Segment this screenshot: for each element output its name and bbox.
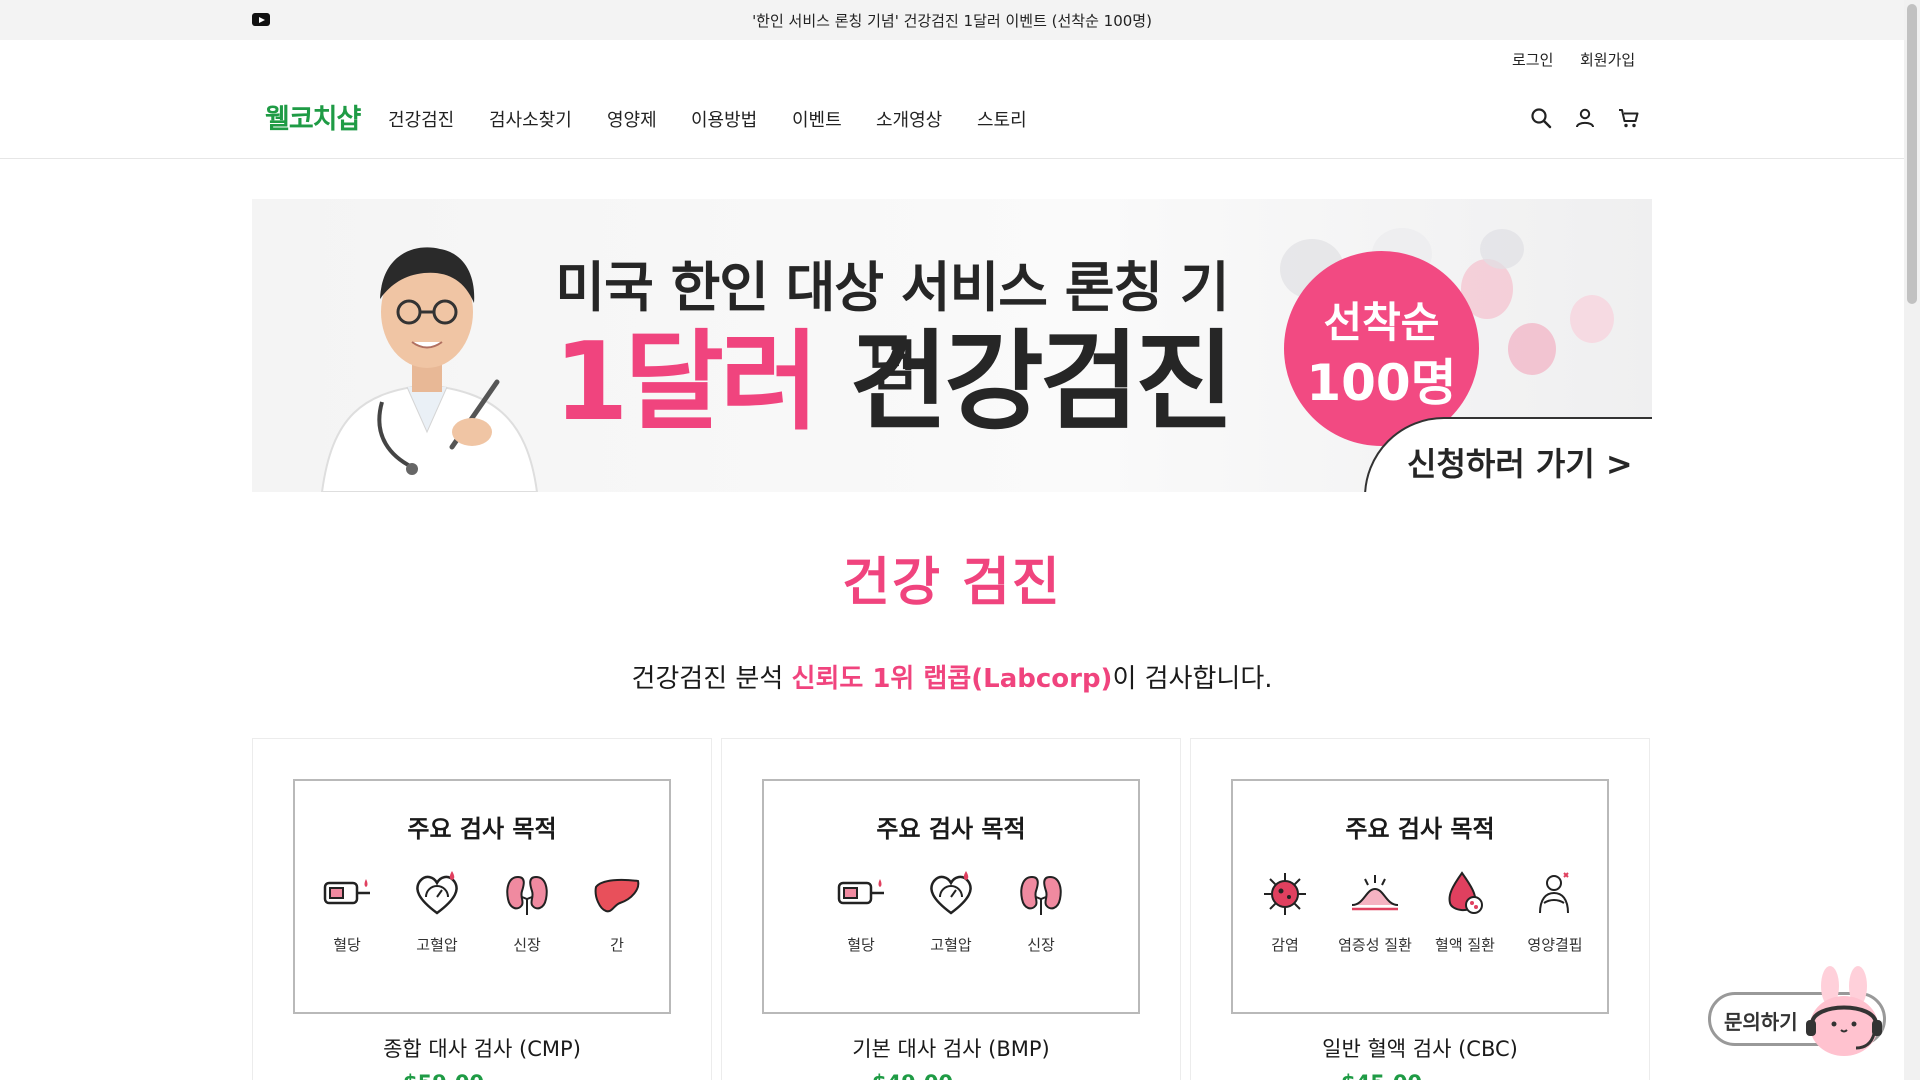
- test-purpose-box: 주요 검사 목적 감염 염증성 질환 혈액 질환 영양결핍: [1231, 779, 1609, 1014]
- announcement-bar: '한인 서비스 론칭 기념' 건강검진 1달러 이벤트 (선착순 100명): [0, 0, 1904, 40]
- kidney-icon: [506, 875, 548, 915]
- product-card-cbc[interactable]: 주요 검사 목적 감염 염증성 질환 혈액 질환 영양결핍 일반 혈액 검사 (…: [1190, 738, 1650, 1080]
- product-card-cmp[interactable]: 주요 검사 목적 혈당 고혈압 신장 간 종합 대사 검사 (CMP): [252, 738, 712, 1080]
- section-subtitle: 건강검진 분석 신뢰도 1위 랩콥(Labcorp)이 검사합니다.: [0, 658, 1904, 695]
- test-purpose-box: 주요 검사 목적 혈당 고혈압: [762, 779, 1140, 1014]
- login-link[interactable]: 로그인: [1512, 49, 1553, 70]
- subtitle-suffix: 이 검사합니다.: [1112, 664, 1273, 694]
- badge-first-come: 선착순: [1323, 298, 1440, 347]
- subtitle-highlight: 신뢰도 1위 랩콥(Labcorp): [791, 664, 1113, 694]
- banner-health-check: 건강검진: [849, 320, 1234, 445]
- nav-item-find-lab[interactable]: 검사소찾기: [489, 106, 572, 132]
- product-name[interactable]: 일반 혈액 검사 (CBC): [1191, 1033, 1649, 1063]
- kidney-icon: [1020, 875, 1062, 915]
- test-purpose-box: 주요 검사 목적 혈당 고혈압: [293, 779, 671, 1014]
- purpose-item: 고혈압: [925, 869, 977, 955]
- product-name[interactable]: 기본 대사 검사 (BMP): [722, 1033, 1180, 1063]
- purpose-item: 신장: [501, 869, 553, 955]
- product-price: $45.00: [1341, 1071, 1422, 1080]
- blood-pressure-heart-icon: [416, 871, 458, 915]
- test-purpose-title: 주요 검사 목적: [876, 815, 1026, 843]
- glucose-meter-icon: [323, 879, 370, 905]
- purpose-item: 혈당: [835, 869, 887, 955]
- malnutrition-icon: [1539, 872, 1569, 914]
- product-price: $59.00: [403, 1071, 484, 1080]
- purpose-item: 감염: [1259, 869, 1311, 955]
- inquiry-label[interactable]: 문의하기: [1724, 1006, 1798, 1035]
- header-divider: [0, 158, 1904, 159]
- inflammation-icon: [1351, 875, 1399, 911]
- cart-icon[interactable]: [1617, 106, 1641, 130]
- test-purpose-title: 주요 검사 목적: [1345, 815, 1495, 843]
- nav-item-how-to-use[interactable]: 이용방법: [691, 106, 757, 132]
- purpose-item: 염증성 질환: [1338, 869, 1412, 955]
- test-purpose-title: 주요 검사 목적: [407, 815, 557, 843]
- apply-cta-label[interactable]: 신청하러 가기 >: [1407, 439, 1633, 485]
- doctor-image: [320, 247, 539, 492]
- bunny-mascot-icon[interactable]: [1804, 964, 1884, 1060]
- badge-count: 100명: [1306, 354, 1457, 412]
- signup-link[interactable]: 회원가입: [1580, 49, 1635, 70]
- product-name[interactable]: 종합 대사 검사 (CMP): [253, 1033, 711, 1063]
- page-scrollbar[interactable]: [1904, 0, 1920, 1080]
- product-card-bmp[interactable]: 주요 검사 목적 혈당 고혈압 신장 기본 대사 검사 (BMP): [721, 738, 1181, 1080]
- nav-item-intro-video[interactable]: 소개영상: [876, 106, 942, 132]
- banner-price-highlight: 1달러: [553, 320, 820, 445]
- nav-item-story[interactable]: 스토리: [977, 106, 1027, 132]
- nav-item-supplements[interactable]: 영양제: [607, 106, 657, 132]
- site-logo[interactable]: 웰코치샵: [265, 97, 361, 136]
- banner-main-text: 1달러 건강검진: [552, 329, 1235, 437]
- nav-item-health-check[interactable]: 건강검진: [388, 106, 454, 132]
- purpose-item: 영양결핍: [1527, 869, 1583, 955]
- purpose-item: 신장: [1015, 869, 1067, 955]
- glucose-meter-icon: [837, 879, 884, 905]
- scrollbar-thumb[interactable]: [1907, 4, 1917, 304]
- purpose-item: 혈액 질환: [1435, 869, 1495, 955]
- purpose-item: 고혈압: [411, 869, 463, 955]
- purpose-item: 혈당: [321, 869, 373, 955]
- liver-icon: [594, 878, 640, 913]
- section-title: 건강 검진: [842, 553, 1062, 613]
- product-price: $49.00: [872, 1071, 953, 1080]
- announcement-text[interactable]: '한인 서비스 론칭 기념' 건강검진 1달러 이벤트 (선착순 100명): [0, 10, 1904, 31]
- promo-banner[interactable]: 미국 한인 대상 서비스 론칭 기념 1달러 건강검진 선착순 100명 신청하…: [252, 199, 1652, 492]
- blood-drop-icon: [1448, 871, 1483, 914]
- search-icon[interactable]: [1529, 106, 1553, 130]
- subtitle-prefix: 건강검진 분석: [631, 664, 792, 694]
- purpose-item: 간: [591, 869, 643, 955]
- virus-icon: [1264, 873, 1306, 915]
- account-icon[interactable]: [1573, 106, 1597, 130]
- blood-pressure-heart-icon: [930, 871, 972, 915]
- nav-item-events[interactable]: 이벤트: [792, 106, 842, 132]
